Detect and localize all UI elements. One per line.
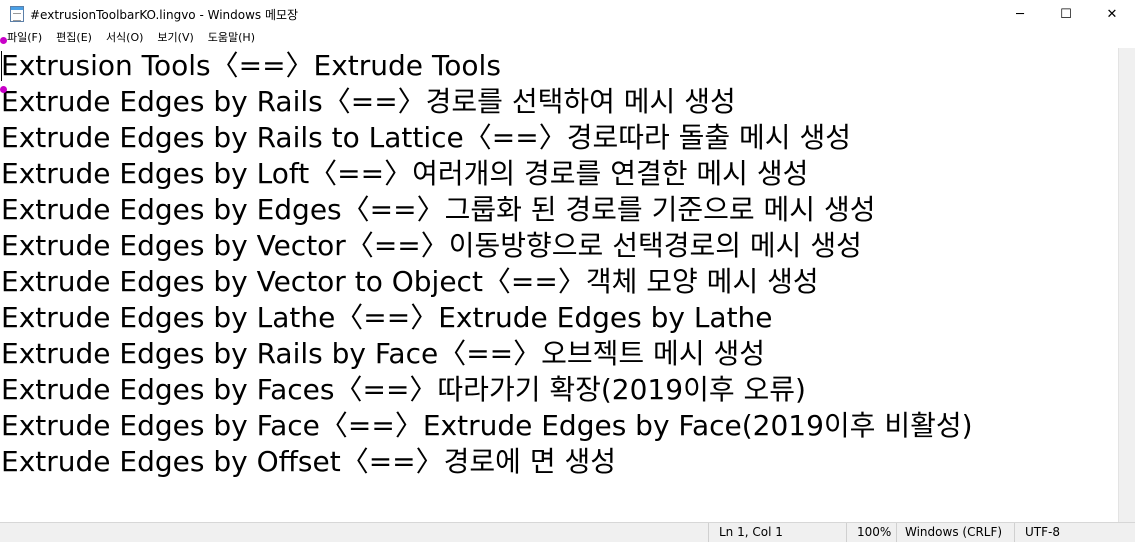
status-line-ending: Windows (CRLF) xyxy=(896,523,1014,542)
title-bar[interactable]: #extrusionToolbarKO.lingvo - Windows 메모장… xyxy=(0,0,1135,28)
marker-dot xyxy=(0,37,7,44)
text-line: Extrude Edges by Lathe〈==〉Extrude Edges … xyxy=(1,301,773,334)
window-controls: ─ ☐ ✕ xyxy=(997,0,1135,28)
notepad-icon xyxy=(10,6,24,22)
close-button[interactable]: ✕ xyxy=(1089,0,1135,28)
text-line: Extrusion Tools〈==〉Extrude Tools xyxy=(1,49,501,82)
text-line: Extrude Edges by Loft〈==〉여러개의 경로를 연결한 메시… xyxy=(1,157,809,190)
text-line: Extrude Edges by Rails by Face〈==〉오브젝트 메… xyxy=(1,337,766,370)
minimize-button[interactable]: ─ xyxy=(997,0,1043,28)
status-position: Ln 1, Col 1 xyxy=(708,523,846,542)
text-line: Extrude Edges by Face〈==〉Extrude Edges b… xyxy=(1,409,973,442)
vertical-scrollbar[interactable] xyxy=(1118,48,1135,522)
marker-dot xyxy=(0,86,7,93)
text-line: Extrude Edges by Edges〈==〉그룹화 된 경로를 기준으로… xyxy=(1,193,876,226)
text-line: Extrude Edges by Vector〈==〉이동방향으로 선택경로의 … xyxy=(1,229,862,262)
status-encoding: UTF-8 xyxy=(1014,523,1135,542)
text-line: Extrude Edges by Offset〈==〉경로에 면 생성 xyxy=(1,445,617,478)
text-line: Extrude Edges by Rails〈==〉경로를 선택하여 메시 생성 xyxy=(1,85,736,118)
menu-edit[interactable]: 편집(E) xyxy=(49,28,99,48)
window-title: #extrusionToolbarKO.lingvo - Windows 메모장 xyxy=(30,7,299,22)
text-line: Extrude Edges by Vector to Object〈==〉객체 … xyxy=(1,265,819,298)
maximize-button[interactable]: ☐ xyxy=(1043,0,1089,28)
menu-file[interactable]: 파일(F) xyxy=(0,28,49,48)
menu-bar: 파일(F) 편집(E) 서식(O) 보기(V) 도움말(H) xyxy=(0,28,1135,48)
text-line: Extrude Edges by Rails to Lattice〈==〉경로따… xyxy=(1,121,851,154)
text-editor[interactable]: Extrusion Tools〈==〉Extrude Tools Extrude… xyxy=(0,48,1118,522)
menu-help[interactable]: 도움말(H) xyxy=(201,28,262,48)
text-caret xyxy=(1,51,2,81)
status-bar: Ln 1, Col 1 100% Windows (CRLF) UTF-8 xyxy=(0,522,1135,542)
menu-view[interactable]: 보기(V) xyxy=(150,28,200,48)
menu-format[interactable]: 서식(O) xyxy=(99,28,150,48)
status-zoom: 100% xyxy=(846,523,896,542)
text-line: Extrude Edges by Faces〈==〉따라가기 확장(2019이후… xyxy=(1,373,806,406)
